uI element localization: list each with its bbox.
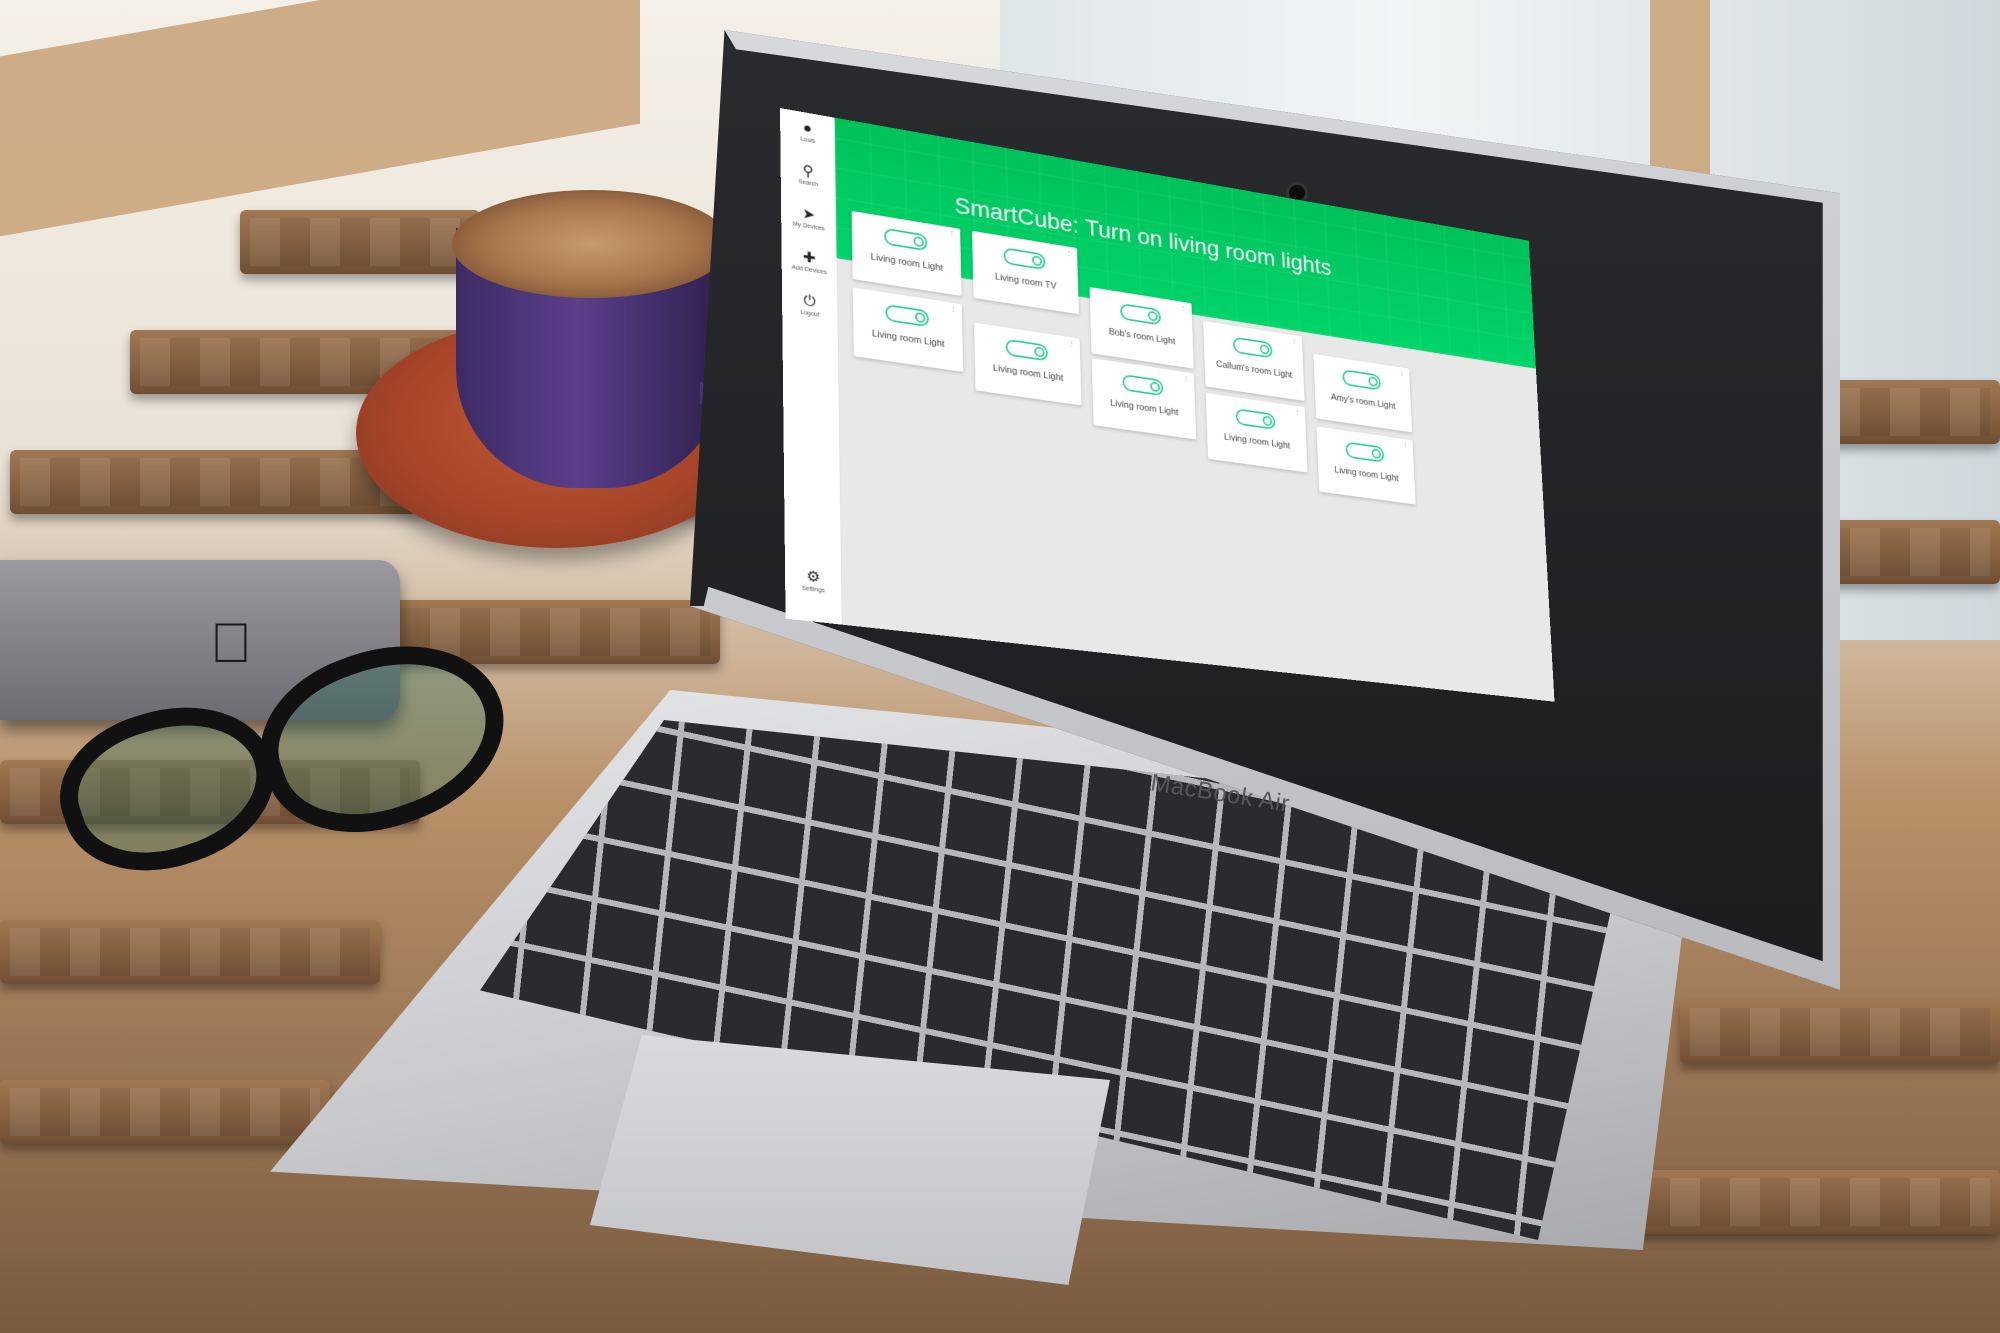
sidebar-item-logout[interactable]: ⏻ Logout [782, 290, 837, 321]
more-options-icon[interactable]: ⋮ [1402, 441, 1408, 449]
device-card[interactable]: ⋮ Living room Light [974, 322, 1082, 406]
coffee-foam [452, 190, 730, 298]
device-toggle[interactable] [1342, 369, 1381, 391]
more-options-icon[interactable]: ⋮ [948, 229, 955, 237]
table-slat [240, 210, 480, 274]
device-name: Amy's room Light [1330, 392, 1396, 412]
device-name: Living room Light [1334, 465, 1399, 484]
more-options-icon[interactable]: ⋮ [950, 305, 957, 313]
device-toggle[interactable] [1235, 408, 1276, 430]
device-name: Living room TV [994, 271, 1057, 292]
device-toggle[interactable] [884, 227, 928, 252]
device-toggle[interactable] [1232, 336, 1273, 359]
more-options-icon[interactable]: ⋮ [1066, 249, 1073, 257]
device-card[interactable]: ⋮ Living room Light [1316, 426, 1416, 505]
device-name: Living room Light [992, 363, 1064, 384]
eyeglasses [41, 613, 540, 896]
table-slat [0, 1080, 330, 1144]
sidebar-item-add-devices[interactable]: ✚ Add Devices [782, 246, 837, 277]
more-options-icon[interactable]: ⋮ [1294, 408, 1301, 416]
device-toggle[interactable] [1345, 441, 1385, 463]
device-name: Living room Light [871, 328, 945, 350]
sidebar-item-my-devices[interactable]: ➤ My Devices [781, 203, 836, 234]
sidebar: ● Louis ⚲ Search ➤ My Devices ✚ Add Devi… [780, 108, 843, 625]
sidebar-item-profile[interactable]: ● Louis [780, 116, 835, 148]
device-name: Living room Light [1223, 432, 1291, 452]
device-card[interactable]: ⋮ Living room Light [1205, 392, 1308, 473]
table-slat [1680, 1000, 2000, 1064]
more-options-icon[interactable]: ⋮ [1183, 374, 1190, 382]
sidebar-item-search[interactable]: ⚲ Search [781, 159, 836, 191]
more-options-icon[interactable]: ⋮ [1180, 304, 1187, 312]
glasses-lens [41, 680, 295, 896]
glasses-lens [237, 613, 529, 863]
device-name: Bob's room Light [1108, 326, 1176, 347]
device-card[interactable]: ⋮ Living room Light [852, 287, 964, 372]
device-toggle[interactable] [1003, 247, 1046, 271]
device-card[interactable]: ⋮ Callum's room Light [1203, 320, 1305, 402]
more-options-icon[interactable]: ⋮ [1068, 339, 1075, 347]
table-slat [1600, 1170, 2000, 1234]
device-card[interactable]: ⋮ Amy's room Light [1313, 353, 1413, 433]
device-name: Living room Light [1110, 398, 1179, 418]
device-card[interactable]: ⋮ Living room Light [1091, 358, 1197, 440]
device-toggle[interactable] [1120, 303, 1162, 326]
table-slat [0, 920, 380, 984]
more-options-icon[interactable]: ⋮ [1399, 369, 1405, 377]
device-name: Callum's room Light [1216, 359, 1293, 381]
device-toggle[interactable] [1122, 374, 1164, 397]
sidebar-item-settings[interactable]: ⚙ Settings [785, 566, 841, 596]
more-options-icon[interactable]: ⋮ [1291, 337, 1297, 345]
device-name: Living room Light [870, 252, 944, 274]
device-toggle[interactable] [1005, 338, 1048, 362]
device-toggle[interactable] [885, 304, 929, 328]
